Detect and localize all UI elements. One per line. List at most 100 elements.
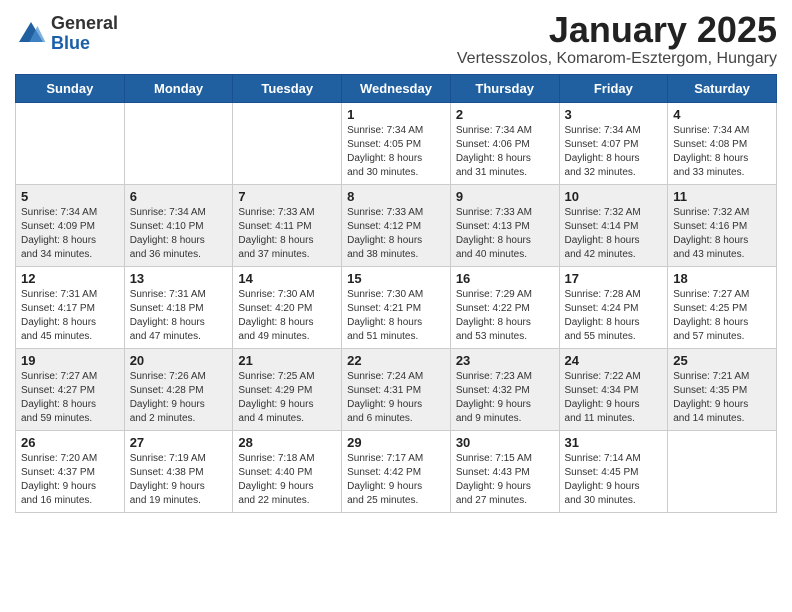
day-info: Sunrise: 7:32 AM Sunset: 4:16 PM Dayligh… [673,206,771,262]
day-number: 14 [238,271,336,286]
table-row: 14 Sunrise: 7:30 AM Sunset: 4:20 PM Dayli… [233,266,342,348]
table-row: 19 Sunrise: 7:27 AM Sunset: 4:27 PM Dayli… [16,348,125,430]
table-row [233,102,342,184]
calendar-header-row: Sunday Monday Tuesday Wednesday Thursday… [16,74,777,102]
day-info: Sunrise: 7:27 AM Sunset: 4:25 PM Dayligh… [673,288,771,344]
table-row: 26 Sunrise: 7:20 AM Sunset: 4:37 PM Dayli… [16,430,125,512]
day-info: Sunrise: 7:17 AM Sunset: 4:42 PM Dayligh… [347,452,445,508]
day-number: 25 [673,353,771,368]
day-number: 18 [673,271,771,286]
logo-blue-text: Blue [51,34,118,54]
header-monday: Monday [124,74,233,102]
logo-icon [15,18,47,50]
day-number: 6 [130,189,228,204]
day-number: 12 [21,271,119,286]
day-number: 20 [130,353,228,368]
table-row [16,102,125,184]
header-thursday: Thursday [450,74,559,102]
day-info: Sunrise: 7:14 AM Sunset: 4:45 PM Dayligh… [565,452,663,508]
table-row [668,430,777,512]
table-row: 6 Sunrise: 7:34 AM Sunset: 4:10 PM Daylig… [124,184,233,266]
table-row: 1 Sunrise: 7:34 AM Sunset: 4:05 PM Daylig… [342,102,451,184]
day-info: Sunrise: 7:32 AM Sunset: 4:14 PM Dayligh… [565,206,663,262]
day-number: 22 [347,353,445,368]
day-info: Sunrise: 7:34 AM Sunset: 4:10 PM Dayligh… [130,206,228,262]
table-row: 23Sunrise: 7:23 AM Sunset: 4:32 PM Dayli… [450,348,559,430]
table-row: 25 Sunrise: 7:21 AM Sunset: 4:35 PM Dayli… [668,348,777,430]
day-number: 24 [565,353,663,368]
day-info: Sunrise: 7:34 AM Sunset: 4:09 PM Dayligh… [21,206,119,262]
day-info: Sunrise: 7:22 AM Sunset: 4:34 PM Dayligh… [565,370,663,426]
day-info: Sunrise: 7:28 AM Sunset: 4:24 PM Dayligh… [565,288,663,344]
day-number: 9 [456,189,554,204]
day-info: Sunrise: 7:29 AM Sunset: 4:22 PM Dayligh… [456,288,554,344]
table-row: 28 Sunrise: 7:18 AM Sunset: 4:40 PM Dayli… [233,430,342,512]
table-row: 12Sunrise: 7:31 AM Sunset: 4:17 PM Dayli… [16,266,125,348]
day-info: Sunrise: 7:33 AM Sunset: 4:12 PM Dayligh… [347,206,445,262]
table-row: 27 Sunrise: 7:19 AM Sunset: 4:38 PM Dayli… [124,430,233,512]
page-header: General Blue January 2025 Vertesszolos, … [15,10,777,68]
day-info: Sunrise: 7:25 AM Sunset: 4:29 PM Dayligh… [238,370,336,426]
header-saturday: Saturday [668,74,777,102]
day-number: 3 [565,107,663,122]
header-friday: Friday [559,74,668,102]
table-row: 5 Sunrise: 7:34 AM Sunset: 4:09 PM Daylig… [16,184,125,266]
day-number: 27 [130,435,228,450]
table-row: 8 Sunrise: 7:33 AM Sunset: 4:12 PM Daylig… [342,184,451,266]
day-number: 1 [347,107,445,122]
table-row: 30 Sunrise: 7:15 AM Sunset: 4:43 PM Dayli… [450,430,559,512]
calendar-table: Sunday Monday Tuesday Wednesday Thursday… [15,74,777,513]
day-number: 19 [21,353,119,368]
day-number: 28 [238,435,336,450]
location-subtitle: Vertesszolos, Komarom-Esztergom, Hungary [457,50,777,68]
day-info: Sunrise: 7:30 AM Sunset: 4:20 PM Dayligh… [238,288,336,344]
table-row: 24 Sunrise: 7:22 AM Sunset: 4:34 PM Dayli… [559,348,668,430]
day-number: 26 [21,435,119,450]
table-row: 15Sunrise: 7:30 AM Sunset: 4:21 PM Dayli… [342,266,451,348]
header-tuesday: Tuesday [233,74,342,102]
day-info: Sunrise: 7:34 AM Sunset: 4:07 PM Dayligh… [565,124,663,180]
table-row: 10 Sunrise: 7:32 AM Sunset: 4:14 PM Dayli… [559,184,668,266]
day-info: Sunrise: 7:34 AM Sunset: 4:06 PM Dayligh… [456,124,554,180]
table-row: 29 Sunrise: 7:17 AM Sunset: 4:42 PM Dayli… [342,430,451,512]
day-number: 7 [238,189,336,204]
day-info: Sunrise: 7:20 AM Sunset: 4:37 PM Dayligh… [21,452,119,508]
calendar-week-row: 12Sunrise: 7:31 AM Sunset: 4:17 PM Dayli… [16,266,777,348]
day-info: Sunrise: 7:34 AM Sunset: 4:05 PM Dayligh… [347,124,445,180]
day-number: 29 [347,435,445,450]
day-number: 8 [347,189,445,204]
day-info: Sunrise: 7:21 AM Sunset: 4:35 PM Dayligh… [673,370,771,426]
day-number: 13 [130,271,228,286]
day-info: Sunrise: 7:26 AM Sunset: 4:28 PM Dayligh… [130,370,228,426]
day-info: Sunrise: 7:30 AM Sunset: 4:21 PM Dayligh… [347,288,445,344]
table-row: 22Sunrise: 7:24 AM Sunset: 4:31 PM Dayli… [342,348,451,430]
day-info: Sunrise: 7:18 AM Sunset: 4:40 PM Dayligh… [238,452,336,508]
day-info: Sunrise: 7:33 AM Sunset: 4:11 PM Dayligh… [238,206,336,262]
month-year-title: January 2025 [457,10,777,50]
day-info: Sunrise: 7:19 AM Sunset: 4:38 PM Dayligh… [130,452,228,508]
table-row: 9Sunrise: 7:33 AM Sunset: 4:13 PM Daylig… [450,184,559,266]
day-number: 30 [456,435,554,450]
day-number: 10 [565,189,663,204]
day-number: 17 [565,271,663,286]
calendar-week-row: 19 Sunrise: 7:27 AM Sunset: 4:27 PM Dayli… [16,348,777,430]
day-number: 16 [456,271,554,286]
day-number: 2 [456,107,554,122]
day-number: 11 [673,189,771,204]
calendar-week-row: 26 Sunrise: 7:20 AM Sunset: 4:37 PM Dayli… [16,430,777,512]
day-number: 5 [21,189,119,204]
table-row [124,102,233,184]
day-info: Sunrise: 7:15 AM Sunset: 4:43 PM Dayligh… [456,452,554,508]
logo-general-text: General [51,14,118,34]
day-info: Sunrise: 7:27 AM Sunset: 4:27 PM Dayligh… [21,370,119,426]
header-wednesday: Wednesday [342,74,451,102]
title-area: January 2025 Vertesszolos, Komarom-Eszte… [457,10,777,68]
calendar-week-row: 1 Sunrise: 7:34 AM Sunset: 4:05 PM Daylig… [16,102,777,184]
logo: General Blue [15,14,118,54]
day-info: Sunrise: 7:31 AM Sunset: 4:18 PM Dayligh… [130,288,228,344]
header-sunday: Sunday [16,74,125,102]
day-info: Sunrise: 7:34 AM Sunset: 4:08 PM Dayligh… [673,124,771,180]
day-number: 23 [456,353,554,368]
table-row: 17 Sunrise: 7:28 AM Sunset: 4:24 PM Dayli… [559,266,668,348]
calendar-week-row: 5 Sunrise: 7:34 AM Sunset: 4:09 PM Daylig… [16,184,777,266]
